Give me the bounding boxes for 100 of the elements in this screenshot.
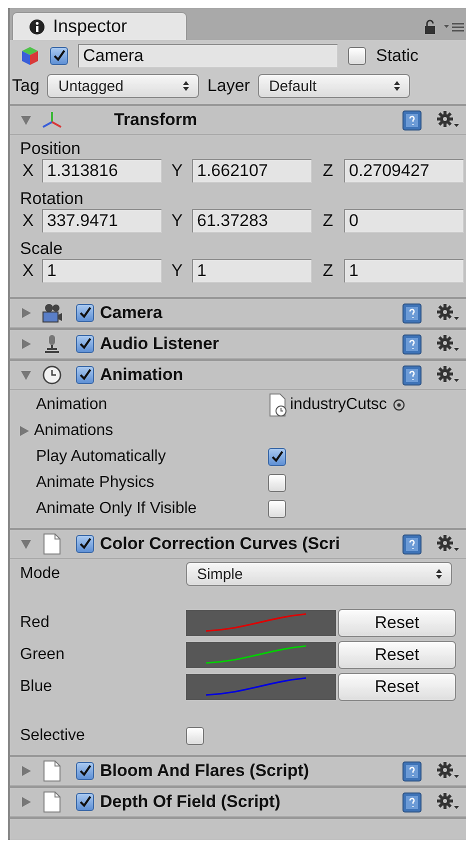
property-label[interactable]: Animations <box>34 422 266 440</box>
reset-button[interactable]: Reset <box>338 609 456 637</box>
vector-label: Rotation <box>20 189 84 208</box>
movie-camera-icon <box>41 303 63 323</box>
help-book-icon[interactable] <box>402 760 422 782</box>
document-icon <box>41 533 63 555</box>
enabled-checkbox[interactable] <box>76 762 94 780</box>
layer-dropdown[interactable]: Default <box>258 74 410 98</box>
enabled-checkbox[interactable] <box>76 535 94 553</box>
axis-label: Z <box>322 211 334 231</box>
property-label: Red <box>20 614 50 632</box>
gear-icon[interactable] <box>436 110 460 130</box>
checkbox[interactable] <box>186 727 204 745</box>
updown-arrows-icon <box>182 80 190 92</box>
component-title: Camera <box>100 303 164 323</box>
static-checkbox[interactable] <box>348 47 366 65</box>
axis-label: Z <box>322 261 334 281</box>
lock-icon[interactable] <box>424 19 436 34</box>
axis-label: X <box>21 161 35 181</box>
axis-label: X <box>21 211 35 231</box>
curve-field[interactable] <box>186 610 336 636</box>
property-label: Animation <box>36 396 108 414</box>
property-label: Play Automatically <box>36 448 167 466</box>
axis-label: Y <box>170 161 184 181</box>
gear-icon[interactable] <box>436 365 460 385</box>
mode-dropdown[interactable]: Simple <box>186 562 452 586</box>
component-title: Color Correction Curves (Scri <box>100 534 341 554</box>
property-label: Animate Only If Visible <box>36 500 198 518</box>
component-title: Depth Of Field (Script) <box>100 792 282 812</box>
curve-field[interactable] <box>186 642 336 668</box>
number-field[interactable]: 61.37283 <box>192 209 312 233</box>
property-label: Selective <box>20 727 86 745</box>
axis-label: X <box>21 261 35 281</box>
gear-icon[interactable] <box>436 792 460 812</box>
gear-icon[interactable] <box>436 761 460 781</box>
axis-label: Z <box>322 161 334 181</box>
foldout-arrow-icon[interactable] <box>20 538 32 550</box>
foldout-arrow-icon[interactable] <box>20 338 32 350</box>
menu-icon[interactable] <box>444 20 464 32</box>
number-field[interactable]: 1 <box>192 259 312 283</box>
updown-arrows-icon <box>392 80 401 92</box>
property-label: Mode <box>20 565 62 583</box>
foldout-arrow-icon[interactable] <box>20 765 32 777</box>
axis-label: Y <box>170 211 184 231</box>
tag-label: Tag <box>12 76 40 96</box>
help-book-icon[interactable] <box>402 334 422 354</box>
clock-icon <box>41 365 63 385</box>
foldout-arrow-icon[interactable] <box>20 114 32 126</box>
enabled-checkbox[interactable] <box>76 793 94 811</box>
document-icon <box>41 791 63 813</box>
property-label: Animate Physics <box>36 474 156 492</box>
layer-label: Layer <box>207 76 250 96</box>
property-label: Blue <box>20 678 54 696</box>
object-field[interactable]: industryCutsc <box>290 396 387 414</box>
tag-dropdown[interactable]: Untagged <box>47 74 200 98</box>
vector-label: Scale <box>20 239 63 258</box>
curve-field[interactable] <box>186 674 336 700</box>
checkbox[interactable] <box>268 500 286 518</box>
gear-icon[interactable] <box>436 534 460 554</box>
animation-clip-icon <box>268 393 288 417</box>
axis-label: Y <box>170 261 184 281</box>
active-checkbox[interactable] <box>50 47 68 65</box>
object-picker-icon[interactable] <box>392 399 405 411</box>
component-title: Audio Listener <box>100 334 220 354</box>
component-title: Bloom And Flares (Script) <box>100 761 310 781</box>
number-field[interactable]: 1 <box>42 259 162 283</box>
info-icon <box>29 18 45 34</box>
property-label: Green <box>20 646 66 664</box>
component-title: Transform <box>114 110 198 130</box>
checkbox[interactable] <box>268 448 286 466</box>
foldout-arrow-icon[interactable] <box>18 425 30 437</box>
gear-icon[interactable] <box>436 303 460 323</box>
static-label: Static <box>376 46 419 66</box>
number-field[interactable]: 1 <box>344 259 464 283</box>
help-book-icon[interactable] <box>402 534 422 554</box>
reset-button[interactable]: Reset <box>338 673 456 701</box>
updown-arrows-icon <box>435 568 443 580</box>
help-book-icon[interactable] <box>402 364 422 386</box>
foldout-arrow-icon[interactable] <box>20 369 32 381</box>
number-field[interactable]: 0 <box>344 209 464 233</box>
number-field[interactable]: 1.313816 <box>42 159 162 183</box>
checkbox[interactable] <box>268 474 286 492</box>
help-book-icon[interactable] <box>402 110 422 130</box>
help-book-icon[interactable] <box>402 302 422 324</box>
gear-icon[interactable] <box>436 334 460 354</box>
number-field[interactable]: 1.662107 <box>192 159 312 183</box>
foldout-arrow-icon[interactable] <box>20 307 32 319</box>
cube-icon <box>20 46 40 66</box>
enabled-checkbox[interactable] <box>76 366 94 384</box>
enabled-checkbox[interactable] <box>76 304 94 322</box>
reset-button[interactable]: Reset <box>338 641 456 669</box>
inspector-tab[interactable]: Inspector <box>12 12 187 40</box>
enabled-checkbox[interactable] <box>76 335 94 353</box>
help-book-icon[interactable] <box>402 792 422 812</box>
axes-icon <box>41 110 63 130</box>
number-field[interactable]: 0.2709427 <box>344 159 464 183</box>
component-title: Animation <box>100 365 184 385</box>
number-field[interactable]: 337.9471 <box>42 209 162 233</box>
foldout-arrow-icon[interactable] <box>20 796 32 808</box>
name-field[interactable]: Camera <box>78 44 338 68</box>
